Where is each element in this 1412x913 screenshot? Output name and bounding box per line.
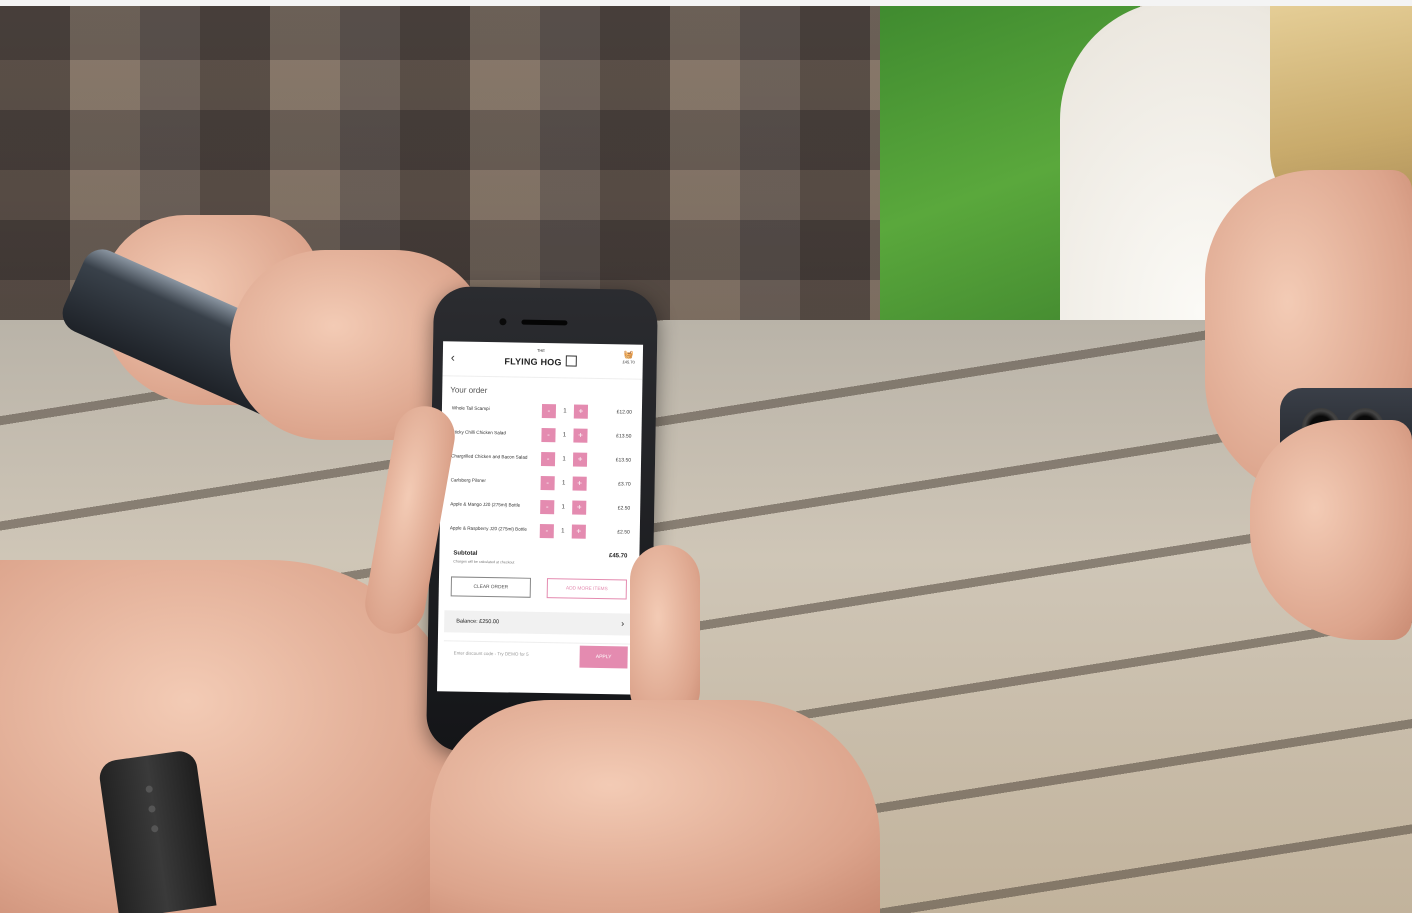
decrease-button[interactable]: -: [540, 475, 555, 491]
item-price: £13.50: [616, 433, 632, 440]
quantity-value: 1: [562, 456, 566, 463]
item-price: £13.50: [615, 457, 632, 464]
item-price: £2.50: [617, 505, 631, 512]
band-hole: [145, 785, 154, 794]
quantity-stepper: -1 +: [541, 403, 589, 419]
increase-button[interactable]: +: [573, 428, 588, 443]
order-item-row: Carlsberg Pilsner -1 + £3.70: [440, 470, 640, 497]
item-name: Whole Tail Scampi: [451, 405, 490, 412]
item-name: Chargrilled Chicken and Bacon Salad: [451, 453, 528, 460]
holding-finger: [630, 545, 700, 725]
subtotal-section: Subtotal Charges will be calculated at c…: [439, 542, 639, 575]
order-item-row: Chargrilled Chicken and Bacon Salad -1 + £1…: [441, 446, 641, 473]
quantity-stepper: -1 +: [540, 499, 587, 515]
order-item-row: Apple & Raspberry J20 (275ml) Bottle -1 + £…: [440, 518, 640, 545]
item-name: Sticky Chilli Chicken Salad: [451, 429, 506, 436]
basket-icon: 🧺: [623, 350, 634, 360]
increase-button[interactable]: +: [572, 452, 588, 467]
app-screen: ‹ THE FLYING HOG 🧺 £45.70 Your order Who…: [437, 341, 644, 695]
item-name: Carlsberg Pilsner: [450, 477, 486, 484]
chevron-right-icon: ›: [621, 618, 625, 629]
decrease-button[interactable]: -: [541, 403, 557, 419]
balance-text: Balance: £250.00: [456, 618, 500, 626]
quantity-value: 1: [561, 528, 565, 535]
basket-button[interactable]: 🧺 £45.70: [623, 350, 635, 364]
quantity-stepper: -1 +: [539, 523, 586, 539]
balance-row[interactable]: Balance: £250.00 ›: [444, 610, 633, 636]
apply-button[interactable]: APPLY: [579, 645, 628, 669]
increase-button[interactable]: +: [573, 404, 589, 419]
front-camera: [499, 318, 507, 326]
discount-code-input[interactable]: Enter discount code - Try DEMO for 5: [454, 650, 529, 656]
bottom-hand: [430, 700, 880, 913]
quantity-stepper: -1 +: [540, 475, 587, 491]
app-header: ‹ THE FLYING HOG 🧺 £45.70: [442, 341, 644, 380]
increase-button[interactable]: +: [572, 476, 587, 491]
quantity-value: 1: [561, 504, 565, 511]
order-actions: CLEAR ORDER ADD MORE ITEMS: [439, 572, 639, 603]
quantity-value: 1: [561, 480, 566, 487]
quantity-value: 1: [563, 408, 567, 415]
item-name: Apple & Mango J20 (275ml) Bottle: [450, 501, 521, 508]
order-item-row: Apple & Mango J20 (275ml) Bottle -1 + £2.50: [440, 494, 640, 521]
item-price: £12.00: [616, 409, 632, 416]
item-price: £3.70: [618, 481, 631, 488]
subtotal-label: Subtotal: [453, 550, 478, 557]
decrease-button[interactable]: -: [541, 427, 556, 443]
decrease-button[interactable]: -: [539, 523, 554, 539]
increase-button[interactable]: +: [571, 524, 586, 539]
decrease-button[interactable]: -: [540, 499, 555, 515]
item-name: Apple & Raspberry J20 (275ml) Bottle: [449, 525, 527, 532]
band-hole: [148, 805, 156, 813]
clear-order-button[interactable]: CLEAR ORDER: [450, 576, 531, 598]
increase-button[interactable]: +: [572, 500, 587, 515]
order-items-list: Whole Tail Scampi -1 + £12.00 Sticky Chilli …: [440, 398, 642, 545]
logo-brand-text: FLYING HOG: [504, 356, 562, 368]
decrease-button[interactable]: -: [540, 451, 556, 467]
brand-logo: THE FLYING HOG: [501, 348, 581, 369]
band-hole: [150, 824, 159, 833]
item-price: £2.50: [617, 529, 630, 536]
top-border: [0, 0, 1412, 6]
foreground-phone: ‹ THE FLYING HOG 🧺 £45.70 Your order Who…: [425, 286, 659, 755]
logo-pig-icon: [566, 355, 578, 367]
earpiece-speaker: [521, 319, 568, 326]
subtotal-note: Charges will be calculated at checkout: [453, 559, 515, 565]
quantity-stepper: -1 +: [541, 427, 588, 443]
subtotal-value: £45.70: [608, 553, 628, 560]
basket-total: £45.70: [622, 359, 635, 365]
discount-row: Enter discount code - Try DEMO for 5 APP…: [443, 640, 632, 669]
quantity-stepper: -1 +: [540, 451, 588, 467]
add-more-items-button[interactable]: ADD MORE ITEMS: [546, 578, 627, 600]
back-icon[interactable]: ‹: [451, 350, 455, 364]
logo-small-text: THE: [536, 347, 546, 354]
quantity-value: 1: [562, 432, 567, 439]
order-item-row: Sticky Chilli Chicken Salad -1 + £13.50: [441, 422, 641, 449]
order-item-row: Whole Tail Scampi -1 + £12.00: [442, 398, 642, 425]
